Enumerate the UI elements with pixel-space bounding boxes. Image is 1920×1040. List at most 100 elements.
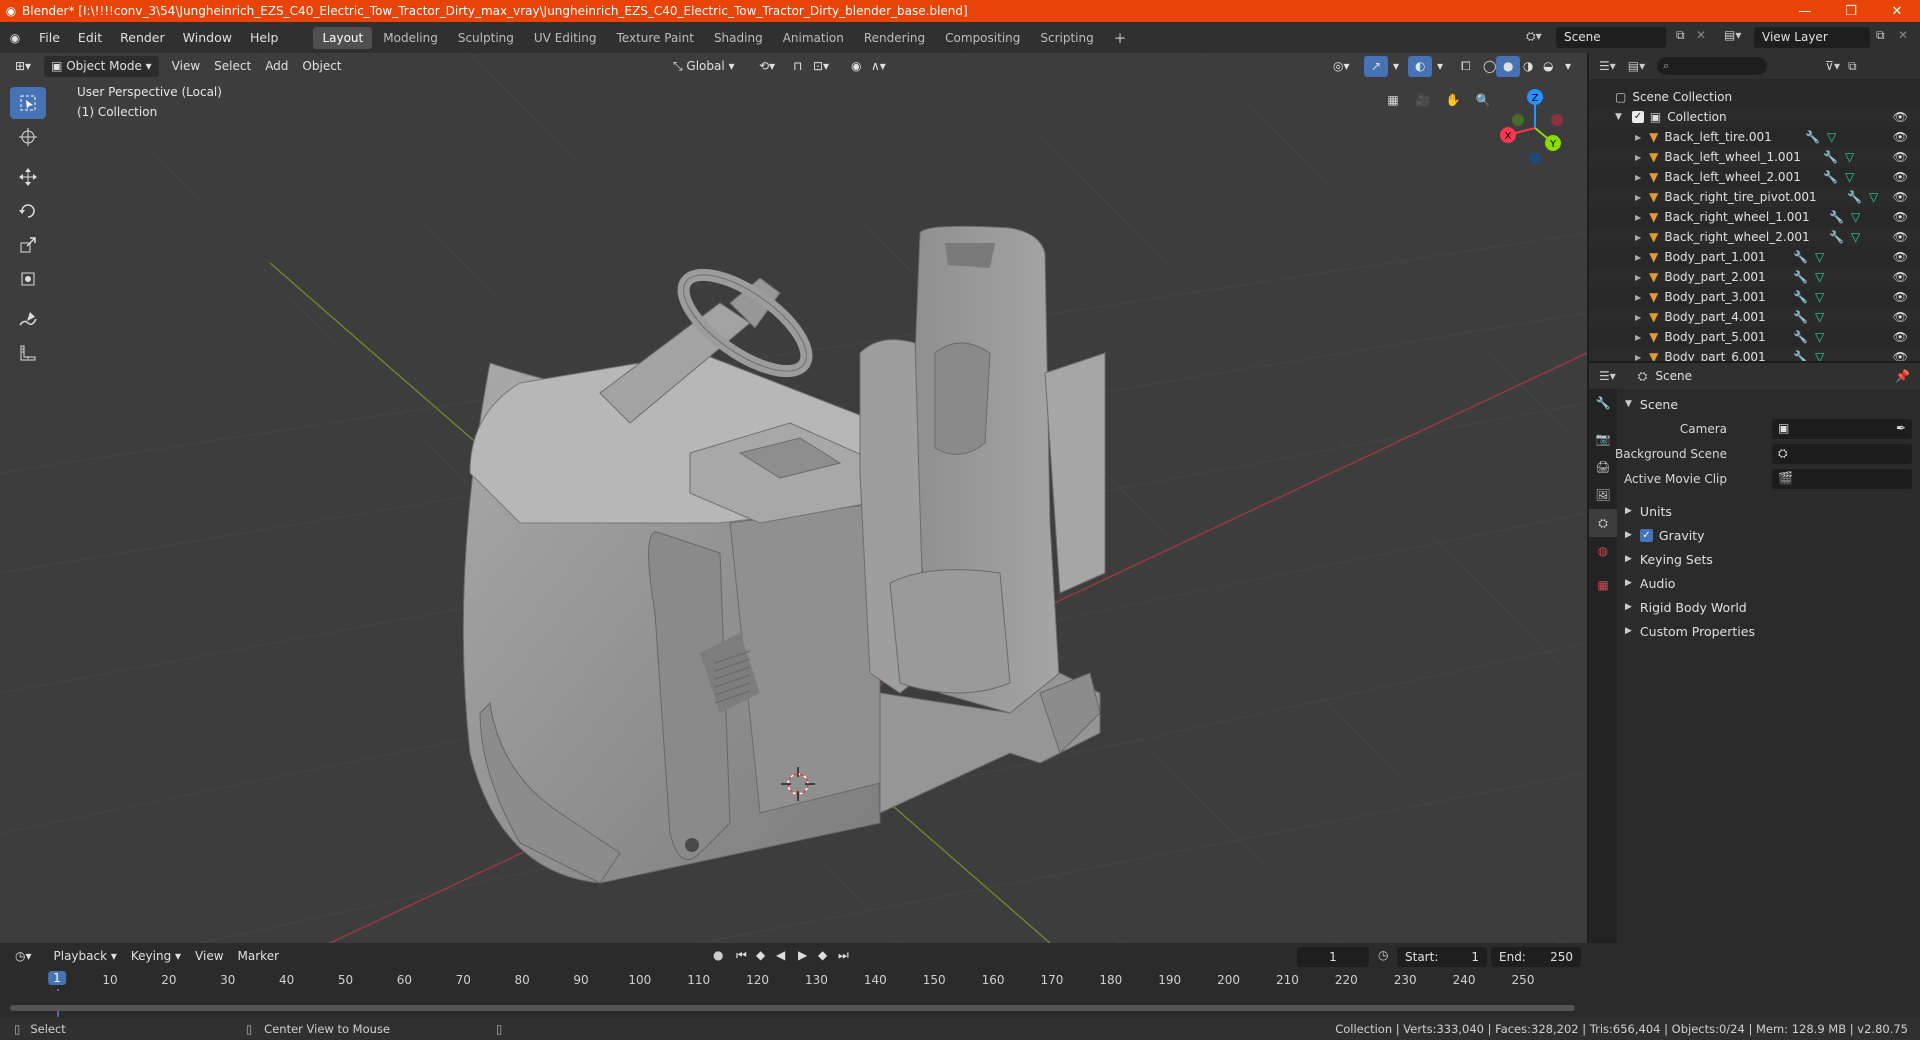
visibility-eye-icon[interactable]: 👁 [1893,170,1908,184]
visibility-eye-icon[interactable]: 👁 [1893,290,1908,304]
pin-icon[interactable]: 📌 [1895,369,1910,383]
select-box-tool[interactable] [10,87,46,119]
menu-object[interactable]: Object [295,56,348,77]
rigid-body-world-panel-header[interactable]: ▶ Rigid Body World [1617,595,1920,619]
modifier-wrench-icon[interactable]: 🔧 [1823,150,1838,164]
rotate-tool[interactable] [10,195,46,227]
modifier-wrench-icon[interactable]: 🔧 [1793,290,1808,304]
tab-texture-paint[interactable]: Texture Paint [608,27,703,49]
minimize-button[interactable]: — [1782,4,1828,19]
scene-selector[interactable]: Scene [1556,27,1666,48]
visibility-eye-icon[interactable]: 👁 [1893,150,1908,164]
modifier-wrench-icon[interactable]: 🔧 [1829,230,1844,244]
expand-arrow-icon[interactable]: ▶ [1635,313,1641,322]
expand-arrow-icon[interactable]: ▶ [1635,133,1641,142]
tab-modeling[interactable]: Modeling [374,27,447,49]
expand-arrow-icon[interactable]: ▶ [1635,253,1641,262]
output-tab-icon[interactable]: 🖨 [1589,453,1617,481]
visibility-eye-icon[interactable]: 👁 [1893,230,1908,244]
gizmo-dropdown-icon[interactable]: ▾ [1386,56,1406,77]
new-view-layer-icon[interactable]: ⧉ [1876,28,1885,43]
modifier-wrench-icon[interactable]: 🔧 [1793,350,1808,361]
scene-tab-icon[interactable]: ⛭ [1589,509,1617,537]
start-frame-field[interactable]: Start: 1 [1397,947,1487,967]
scene-panel-header[interactable]: ▼ Scene [1617,392,1920,416]
modifier-wrench-icon[interactable]: 🔧 [1823,170,1838,184]
mesh-data-icon[interactable]: ▽ [1815,270,1824,284]
end-frame-field[interactable]: End: 250 [1491,947,1581,967]
expand-arrow-icon[interactable]: ▶ [1635,293,1641,302]
menu-render[interactable]: Render [111,22,174,53]
outliner-object-row[interactable]: ▶ ▼ Back_left_wheel_1.001 🔧 ▽ 👁 [1589,147,1920,167]
current-frame-field[interactable]: 1 [1297,947,1369,967]
mesh-data-icon[interactable]: ▽ [1851,230,1860,244]
menu-playback[interactable]: Playback ▾ [47,946,124,967]
object-mode-dropdown[interactable]: ▣ Object Mode ▾ [44,55,159,77]
mesh-data-icon[interactable]: ▽ [1845,150,1854,164]
modifier-wrench-icon[interactable]: 🔧 [1793,250,1808,264]
cursor-tool[interactable] [10,121,46,153]
tool-tab-icon[interactable]: 🔧 [1589,389,1617,417]
menu-window[interactable]: Window [174,22,241,53]
menu-timeline-view[interactable]: View [188,946,230,967]
world-tab-icon[interactable]: ◍ [1589,537,1617,565]
visibility-eye-icon[interactable]: 👁 [1893,350,1908,361]
pan-view-icon[interactable]: ✋ [1439,86,1467,114]
toggle-perspective-icon[interactable]: ▦ [1379,86,1407,114]
mesh-data-icon[interactable]: ▽ [1815,330,1824,344]
scene-collection-row[interactable]: ▢ Scene Collection [1589,87,1920,107]
modifier-wrench-icon[interactable]: 🔧 [1793,270,1808,284]
mesh-data-icon[interactable]: ▽ [1845,170,1854,184]
outliner-object-row[interactable]: ▶ ▼ Back_left_wheel_2.001 🔧 ▽ 👁 [1589,167,1920,187]
audio-panel-header[interactable]: ▶ Audio [1617,571,1920,595]
visibility-eye-icon[interactable]: 👁 [1893,130,1908,144]
custom-properties-panel-header[interactable]: ▶ Custom Properties [1617,619,1920,643]
modifier-wrench-icon[interactable]: 🔧 [1847,190,1862,204]
tab-sculpting[interactable]: Sculpting [449,27,523,49]
visibility-eye-icon[interactable]: 👁 [1893,190,1908,204]
tab-compositing[interactable]: Compositing [936,27,1029,49]
menu-help[interactable]: Help [241,22,288,53]
new-collection-icon[interactable]: ⧉ [1848,59,1857,74]
visibility-eye-icon[interactable]: 👁 [1893,330,1908,344]
frame-ruler[interactable]: 1 10 20 30 40 50 60 70 80 90 100 110 120 130 140 150 160… [0,969,1587,1017]
snap-target-icon[interactable]: ⊡▾ [806,56,836,77]
tab-rendering[interactable]: Rendering [855,27,934,49]
mesh-data-icon[interactable]: ▽ [1815,310,1824,324]
outliner-object-row[interactable]: ▶ ▼ Back_right_wheel_1.001 🔧 ▽ 👁 [1589,207,1920,227]
gravity-panel-header[interactable]: ▶ ✓ Gravity [1617,523,1920,547]
menu-view[interactable]: View [165,56,207,77]
outliner-object-row[interactable]: ▶ ▼ Body_part_2.001 🔧 ▽ 👁 [1589,267,1920,287]
mesh-data-icon[interactable]: ▽ [1869,190,1878,204]
expand-arrow-icon[interactable]: ▶ [1635,193,1641,202]
collection-checkbox[interactable]: ✓ [1631,111,1644,123]
expand-arrow-icon[interactable]: ▶ [1635,213,1641,222]
mesh-data-icon[interactable]: ▽ [1851,210,1860,224]
add-workspace-button[interactable]: + [1105,27,1136,49]
menu-add[interactable]: Add [258,56,295,77]
modifier-wrench-icon[interactable]: 🔧 [1793,330,1808,344]
tab-animation[interactable]: Animation [774,27,853,49]
expand-arrow-icon[interactable]: ▶ [1635,273,1641,282]
scene-type-icon[interactable]: ⛭▾ [1526,29,1542,44]
visibility-filter-icon[interactable]: ◎▾ [1326,56,1357,77]
visibility-eye-icon[interactable]: 👁 [1893,270,1908,284]
camera-view-icon[interactable]: 🎥 [1409,86,1437,114]
pivot-point-icon[interactable]: ⟲▾ [752,56,782,77]
outliner-object-row[interactable]: ▶ ▼ Body_part_5.001 🔧 ▽ 👁 [1589,327,1920,347]
outliner-object-row[interactable]: ▶ ▼ Body_part_4.001 🔧 ▽ 👁 [1589,307,1920,327]
outliner-search-input[interactable]: ⌕ [1657,57,1768,75]
overlays-toggle-icon[interactable]: ◐ [1408,55,1433,77]
menu-marker[interactable]: Marker [231,946,286,967]
expand-arrow-icon[interactable]: ▶ [1635,333,1641,342]
outliner-object-row[interactable]: ▶ ▼ Body_part_1.001 🔧 ▽ 👁 [1589,247,1920,267]
shading-options-icon[interactable]: ▾ [1558,56,1578,77]
delete-view-layer-icon[interactable]: ✕ [1898,28,1908,42]
view-layer-tab-icon[interactable]: 🖼 [1589,481,1617,509]
tab-scripting[interactable]: Scripting [1031,27,1102,49]
3d-viewport[interactable]: ⊞▾ ▣ Object Mode ▾ View Select Add Objec… [0,53,1587,943]
play-icon[interactable]: ▶ [798,948,807,962]
transform-orientation-dropdown[interactable]: ⤡ Global ▾ [666,56,742,77]
record-icon[interactable]: ● [713,948,723,962]
mesh-data-icon[interactable]: ▽ [1815,250,1824,264]
